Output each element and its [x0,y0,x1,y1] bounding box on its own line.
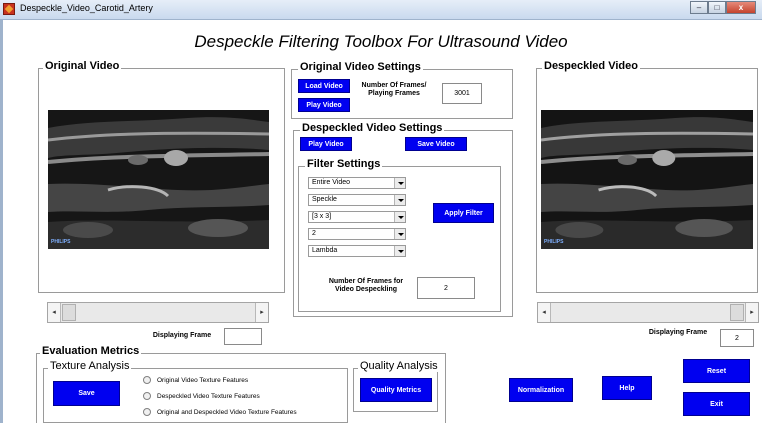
radio-label: Original and Despeckled Video Texture Fe… [157,408,297,416]
original-video-title: Original Video [43,60,122,72]
ultrasound-frame [48,110,269,249]
scroll-right-arrow-icon[interactable]: ▸ [255,303,268,322]
displaying-frame-label: Displaying Frame [648,329,708,336]
despeckled-settings-panel: Despeckled Video Settings Play Video Sav… [293,122,513,317]
scroll-right-arrow-icon[interactable]: ▸ [745,303,758,322]
window-controls: – □ x [690,1,756,14]
matlab-icon [3,3,15,15]
radio-button[interactable] [143,376,151,384]
title-bar: Despeckle_Video_Carotid_Artery – □ x [0,0,762,20]
vendor-tag: PHILIPS [544,239,564,245]
save-video-button[interactable]: Save Video [405,137,467,151]
original-video-panel: Original Video PHILIPS [38,60,285,293]
original-settings-panel: Original Video Settings Load Video Play … [291,61,513,119]
reset-button[interactable]: Reset [683,359,750,383]
quality-analysis-title: Quality Analysis [358,360,440,372]
parameter-select[interactable]: Lambda [308,245,406,257]
play-despeckled-video-button[interactable]: Play Video [300,137,352,151]
radio-label: Original Video Texture Features [157,376,249,384]
evaluation-metrics-title: Evaluation Metrics [40,345,142,357]
radio-button[interactable] [143,408,151,416]
filter-settings-panel: Filter Settings Entire Video Speckle [3 … [298,158,501,312]
despeckled-video-panel: Despeckled Video PHILIPS [536,60,758,293]
despeckle-frames-field[interactable]: 2 [417,277,475,299]
normalization-button[interactable]: Normalization [509,378,573,402]
displaying-frame-field: 2 [720,329,754,347]
filter-type-select[interactable]: Speckle [308,194,406,206]
app-window: Despeckle_Video_Carotid_Artery – □ x Des… [0,0,762,423]
load-video-button[interactable]: Load Video [298,79,350,93]
frames-field: 3001 [442,83,482,104]
help-button[interactable]: Help [602,376,652,400]
ultrasound-frame [541,110,753,249]
despeckled-video-title: Despeckled Video [542,60,640,72]
displaying-frame-field [224,328,262,345]
page-title: Despeckle Filtering Toolbox For Ultrasou… [194,32,568,51]
original-settings-title: Original Video Settings [298,61,423,73]
frames-label: Number Of Frames/ Playing Frames [361,82,427,97]
maximize-button[interactable]: □ [708,1,726,14]
quality-analysis-panel: Quality Analysis Quality Metrics [353,360,440,412]
window-border [0,20,3,423]
filter-settings-title: Filter Settings [305,158,383,170]
chevron-down-icon[interactable] [394,229,405,239]
window-title: Despeckle_Video_Carotid_Artery [20,3,153,13]
chevron-down-icon[interactable] [394,195,405,205]
chevron-down-icon[interactable] [394,178,405,188]
iterations-select[interactable]: 2 [308,228,406,240]
save-texture-button[interactable]: Save [53,381,120,406]
play-original-video-button[interactable]: Play Video [298,98,350,112]
despeckled-video-display: PHILIPS [541,110,753,249]
despeckled-settings-title: Despeckled Video Settings [300,122,445,134]
minimize-button[interactable]: – [690,1,708,14]
scroll-thumb[interactable] [730,304,744,321]
apply-filter-button[interactable]: Apply Filter [433,203,494,223]
original-frame-scrollbar[interactable]: ◂ ▸ [47,302,269,323]
radio-original-texture[interactable]: Original Video Texture Features [143,375,248,385]
scroll-left-arrow-icon[interactable]: ◂ [48,303,61,322]
texture-analysis-title: Texture Analysis [48,360,132,372]
original-video-display: PHILIPS [48,110,269,249]
radio-label: Despeckled Video Texture Features [157,392,260,400]
radio-button[interactable] [143,392,151,400]
radio-both-texture[interactable]: Original and Despeckled Video Texture Fe… [143,407,297,417]
scroll-left-arrow-icon[interactable]: ◂ [538,303,551,322]
texture-analysis-panel: Texture Analysis Save Original Video Tex… [43,360,348,423]
exit-button[interactable]: Exit [683,392,750,416]
close-button[interactable]: x [726,1,756,14]
select-value: [3 x 3] [312,213,332,220]
window-size-select[interactable]: [3 x 3] [308,211,406,223]
video-range-select[interactable]: Entire Video [308,177,406,189]
select-value: Lambda [312,247,338,254]
despeckle-frames-label: Number Of Frames for Video Despeckling [328,278,404,293]
evaluation-metrics-panel: Evaluation Metrics Texture Analysis Save… [36,345,446,423]
select-value: 2 [312,230,316,237]
radio-despeckled-texture[interactable]: Despeckled Video Texture Features [143,391,260,401]
despeckled-frame-scrollbar[interactable]: ◂ ▸ [537,302,759,323]
scroll-thumb[interactable] [62,304,76,321]
displaying-frame-label: Displaying Frame [152,332,212,339]
select-value: Entire Video [312,179,351,186]
chevron-down-icon[interactable] [394,246,405,256]
vendor-tag: PHILIPS [51,239,71,245]
select-value: Speckle [312,196,337,203]
quality-metrics-button[interactable]: Quality Metrics [360,378,432,402]
chevron-down-icon[interactable] [394,212,405,222]
